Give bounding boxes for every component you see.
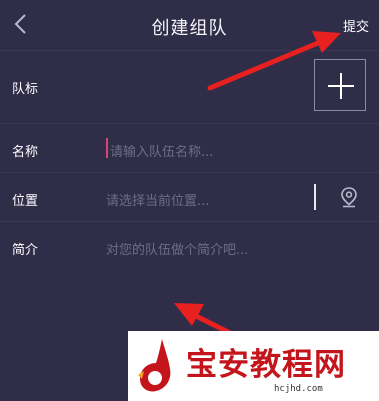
text-cursor — [106, 138, 108, 158]
location-label: 位置 — [12, 194, 39, 209]
intro-label: 简介 — [12, 243, 39, 258]
team-name-label: 名称 — [12, 145, 39, 160]
watermark: 宝安教程网 hcjhd.com — [128, 331, 379, 401]
team-logo-row: 队标 — [0, 51, 379, 124]
watermark-text: 宝安教程网 — [186, 347, 346, 383]
location-input[interactable]: 请选择当前位置... — [106, 190, 209, 209]
add-logo-button[interactable] — [314, 59, 366, 111]
team-name-row: 名称 请输入队伍名称... — [0, 124, 379, 173]
location-row: 位置 请选择当前位置... — [0, 173, 379, 222]
team-logo-label: 队标 — [12, 82, 39, 97]
watermark-logo-icon — [138, 339, 171, 392]
watermark-url: hcjhd.com — [274, 384, 323, 394]
location-pin-icon[interactable] — [340, 186, 358, 208]
intro-input[interactable]: 对您的队伍做个简介吧... — [106, 239, 248, 258]
header-bar: 创建组队 提交 — [0, 0, 379, 51]
location-divider — [314, 184, 316, 210]
submit-button[interactable]: 提交 — [343, 16, 369, 35]
team-name-input[interactable]: 请输入队伍名称... — [110, 141, 213, 160]
plus-icon — [328, 73, 354, 99]
intro-row: 简介 对您的队伍做个简介吧... — [0, 222, 379, 322]
page-title: 创建组队 — [151, 18, 228, 39]
